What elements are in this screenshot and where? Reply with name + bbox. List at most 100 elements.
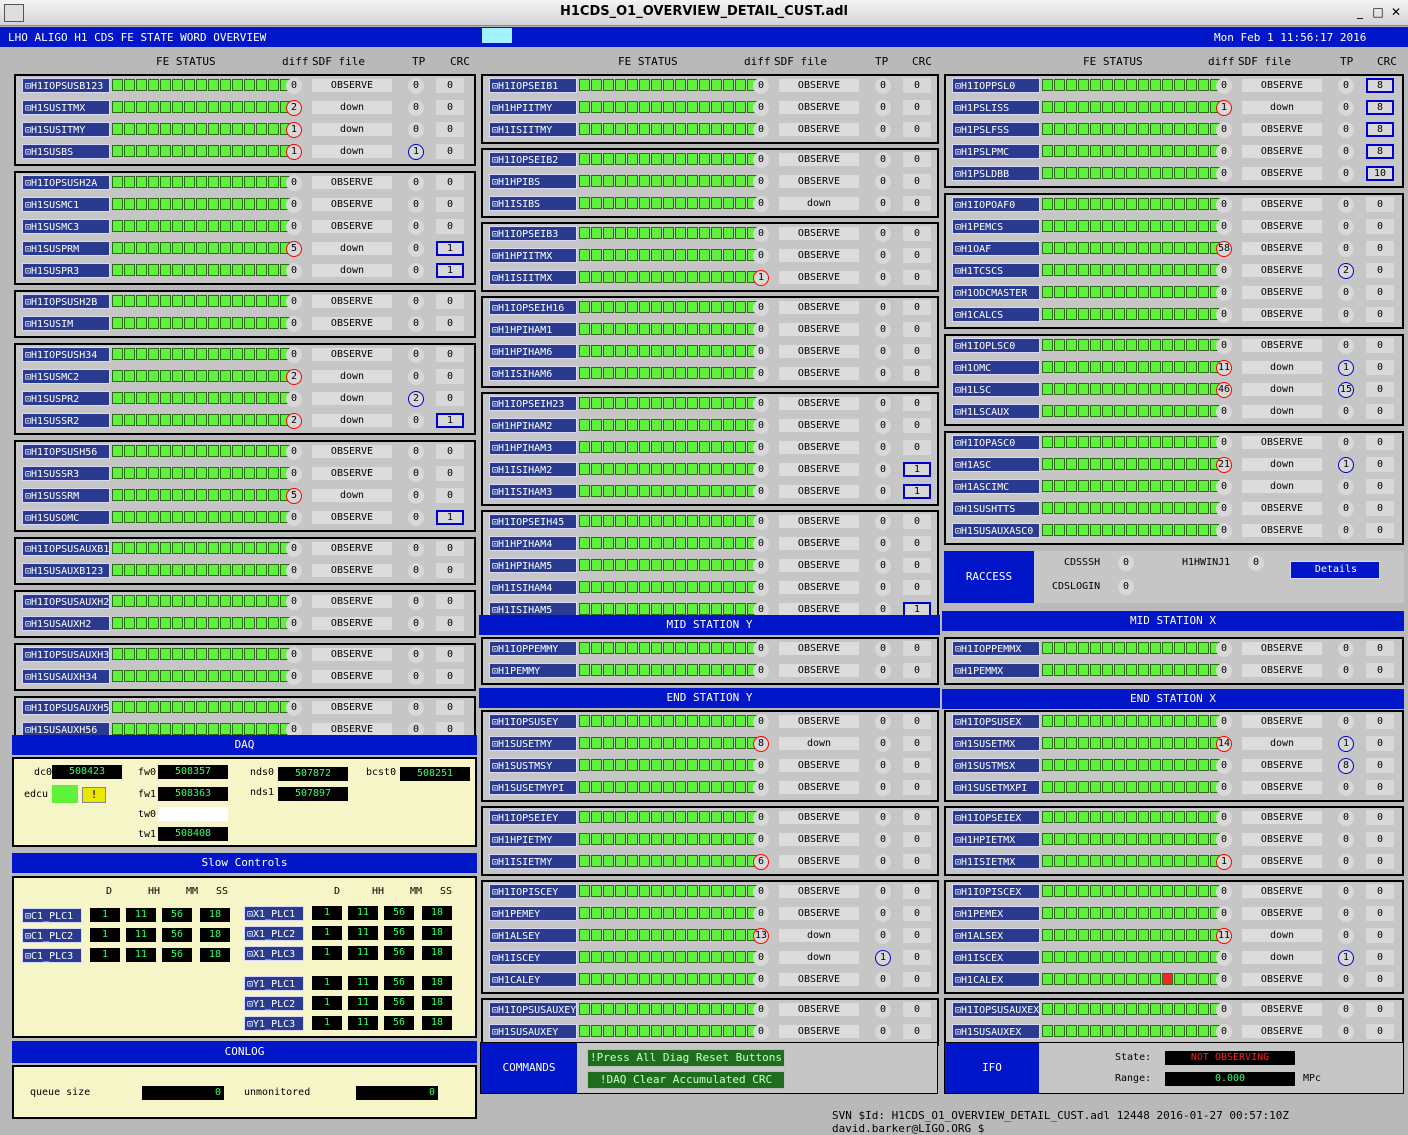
model-button[interactable]: ⊡H1SUSBS (22, 144, 110, 159)
model-button[interactable]: ⊡H1HPIITMX (489, 248, 577, 263)
model-button[interactable]: ⊡H1IOPSEIB2 (489, 152, 577, 167)
model-button[interactable]: ⊡H1IOPOAF0 (952, 197, 1040, 212)
minimize-icon[interactable]: _ (1352, 5, 1368, 20)
model-button[interactable]: ⊡H1IOPSUSAUXB12 (22, 541, 110, 556)
plc-button[interactable]: ⊡C1_PLC2 (22, 928, 82, 943)
model-button[interactable]: ⊡H1SUSTMSX (952, 758, 1040, 773)
model-button[interactable]: ⊡H1LSCAUX (952, 404, 1040, 419)
model-button[interactable]: ⊡H1IOPLSC0 (952, 338, 1040, 353)
model-button[interactable]: ⊡H1ALSEY (489, 928, 577, 943)
model-button[interactable]: ⊡H1SUSETMX (952, 736, 1040, 751)
plc-button[interactable]: ⊡Y1_PLC3 (244, 1016, 304, 1031)
model-button[interactable]: ⊡H1SUSIM (22, 316, 110, 331)
model-button[interactable]: ⊡H1IOPPEMMX (952, 641, 1040, 656)
plc-button[interactable]: ⊡X1_PLC2 (244, 926, 304, 941)
model-button[interactable]: ⊡H1IOPSUSB123 (22, 78, 110, 93)
model-button[interactable]: ⊡H1HPIHAM4 (489, 536, 577, 551)
model-button[interactable]: ⊡H1TCSCS (952, 263, 1040, 278)
model-button[interactable]: ⊡H1HPIHAM3 (489, 440, 577, 455)
plc-button[interactable]: ⊡C1_PLC3 (22, 948, 82, 963)
model-button[interactable]: ⊡H1IOPSUSH34 (22, 347, 110, 362)
model-button[interactable]: ⊡H1CALEX (952, 972, 1040, 987)
model-button[interactable]: ⊡H1IOPSUSAUXEX (952, 1002, 1040, 1017)
model-button[interactable]: ⊡H1PSLPMC (952, 144, 1040, 159)
model-button[interactable]: ⊡H1IOPSEIB3 (489, 226, 577, 241)
model-button[interactable]: ⊡H1ISIITMX (489, 270, 577, 285)
model-button[interactable]: ⊡H1SUSAUXEY (489, 1024, 577, 1039)
model-button[interactable]: ⊡H1IOPSUSAUXH34 (22, 647, 110, 662)
model-button[interactable]: ⊡H1SUSSR2 (22, 413, 110, 428)
model-button[interactable]: ⊡H1PEMMX (952, 663, 1040, 678)
model-button[interactable]: ⊡H1IOPSEIEX (952, 810, 1040, 825)
model-button[interactable]: ⊡H1IOPSUSH2A (22, 175, 110, 190)
model-button[interactable]: ⊡H1ISIHAM3 (489, 484, 577, 499)
plc-button[interactable]: ⊡C1_PLC1 (22, 908, 82, 923)
model-button[interactable]: ⊡H1PEMCS (952, 219, 1040, 234)
plc-button[interactable]: ⊡Y1_PLC2 (244, 996, 304, 1011)
model-button[interactable]: ⊡H1ODCMASTER (952, 285, 1040, 300)
plc-button[interactable]: ⊡X1_PLC1 (244, 906, 304, 921)
window-titlebar[interactable]: H1CDS_O1_OVERVIEW_DETAIL_CUST.adl _ □ ✕ (0, 0, 1408, 26)
model-button[interactable]: ⊡H1SUSITMX (22, 100, 110, 115)
model-button[interactable]: ⊡H1IOPSUSAUXH56 (22, 700, 110, 715)
plc-button[interactable]: ⊡X1_PLC3 (244, 946, 304, 961)
model-button[interactable]: ⊡H1ISIETMY (489, 854, 577, 869)
model-button[interactable]: ⊡H1HPIETMX (952, 832, 1040, 847)
model-button[interactable]: ⊡H1ISIBS (489, 196, 577, 211)
model-button[interactable]: ⊡H1SUSAUXH2 (22, 616, 110, 631)
model-button[interactable]: ⊡H1CALCS (952, 307, 1040, 322)
model-button[interactable]: ⊡H1PSLFSS (952, 122, 1040, 137)
model-button[interactable]: ⊡H1IOPSUSAUXEY (489, 1002, 577, 1017)
daq-clear-crc-button[interactable]: !DAQ Clear Accumulated CRC (587, 1071, 785, 1089)
model-button[interactable]: ⊡H1ISCEX (952, 950, 1040, 965)
model-button[interactable]: ⊡H1SUSETMY (489, 736, 577, 751)
model-button[interactable]: ⊡H1IOPISCEX (952, 884, 1040, 899)
model-button[interactable]: ⊡H1PEMEX (952, 906, 1040, 921)
model-button[interactable]: ⊡H1OMC (952, 360, 1040, 375)
model-button[interactable]: ⊡H1SUSHTTS (952, 501, 1040, 516)
model-button[interactable]: ⊡H1SUSTMSY (489, 758, 577, 773)
model-button[interactable]: ⊡H1SUSETMXPI (952, 780, 1040, 795)
model-button[interactable]: ⊡H1HPIHAM6 (489, 344, 577, 359)
model-button[interactable]: ⊡H1IOPSUSAUXH2 (22, 594, 110, 609)
model-button[interactable]: ⊡H1ALSEX (952, 928, 1040, 943)
model-button[interactable]: ⊡H1SUSSR3 (22, 466, 110, 481)
edcu-button[interactable]: ! (82, 787, 106, 803)
model-button[interactable]: ⊡H1SUSPRM (22, 241, 110, 256)
model-button[interactable]: ⊡H1PEMEY (489, 906, 577, 921)
model-button[interactable]: ⊡H1HPIHAM1 (489, 322, 577, 337)
model-button[interactable]: ⊡H1SUSETMYPI (489, 780, 577, 795)
model-button[interactable]: ⊡H1SUSMC1 (22, 197, 110, 212)
model-button[interactable]: ⊡H1IOPSUSEY (489, 714, 577, 729)
model-button[interactable]: ⊡H1SUSPR2 (22, 391, 110, 406)
model-button[interactable]: ⊡H1PSLISS (952, 100, 1040, 115)
plc-button[interactable]: ⊡Y1_PLC1 (244, 976, 304, 991)
model-button[interactable]: ⊡H1CALEY (489, 972, 577, 987)
model-button[interactable]: ⊡H1SUSPR3 (22, 263, 110, 278)
model-button[interactable]: ⊡H1SUSMC3 (22, 219, 110, 234)
model-button[interactable]: ⊡H1PSLDBB (952, 166, 1040, 181)
model-button[interactable]: ⊡H1IOPSUSEX (952, 714, 1040, 729)
model-button[interactable]: ⊡H1HPIHAM5 (489, 558, 577, 573)
model-button[interactable]: ⊡H1IOPSUSH56 (22, 444, 110, 459)
model-button[interactable]: ⊡H1ISCEY (489, 950, 577, 965)
model-button[interactable]: ⊡H1ISIHAM4 (489, 580, 577, 595)
model-button[interactable]: ⊡H1SUSAUXEX (952, 1024, 1040, 1039)
model-button[interactable]: ⊡H1PEMMY (489, 663, 577, 678)
model-button[interactable]: ⊡H1IOPSEIH23 (489, 396, 577, 411)
model-button[interactable]: ⊡H1OAF (952, 241, 1040, 256)
model-button[interactable]: ⊡H1IOPSEIH16 (489, 300, 577, 315)
model-button[interactable]: ⊡H1ISIETMX (952, 854, 1040, 869)
model-button[interactable]: ⊡H1HPIETMY (489, 832, 577, 847)
model-button[interactable]: ⊡H1SUSAUXASC0 (952, 523, 1040, 538)
model-button[interactable]: ⊡H1HPIBS (489, 174, 577, 189)
model-button[interactable]: ⊡H1IOPSUSH2B (22, 294, 110, 309)
model-button[interactable]: ⊡H1ISIHAM6 (489, 366, 577, 381)
model-button[interactable]: ⊡H1SUSITMY (22, 122, 110, 137)
model-button[interactable]: ⊡H1SUSAUXB123 (22, 563, 110, 578)
model-button[interactable]: ⊡H1IOPSEIB1 (489, 78, 577, 93)
model-button[interactable]: ⊡H1ASCIMC (952, 479, 1040, 494)
model-button[interactable]: ⊡H1SUSAUXH34 (22, 669, 110, 684)
model-button[interactable]: ⊡H1IOPISCEY (489, 884, 577, 899)
model-button[interactable]: ⊡H1IOPPEMMY (489, 641, 577, 656)
